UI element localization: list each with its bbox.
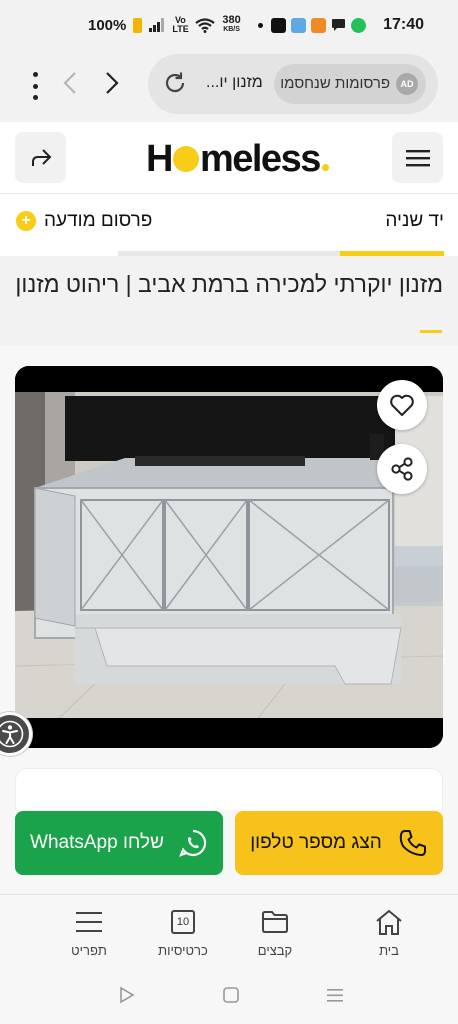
system-navigation-bar — [0, 972, 458, 1024]
sideboard-photo-image — [15, 366, 443, 748]
bottom-nav-menu-label: תפריט — [71, 943, 107, 958]
bottom-nav-menu[interactable]: תפריט — [44, 907, 134, 958]
hamburger-menu-button[interactable] — [392, 132, 443, 183]
address-bar[interactable]: מזנון יו... AD פרסומות שנחסמו — [148, 54, 438, 114]
bottom-nav-files-label: קבצים — [257, 943, 293, 958]
tiktok-icon — [271, 17, 287, 33]
browser-bottom-nav: בית קבצים 10 כרטיסיות תפריט — [0, 894, 458, 972]
bottom-nav-tabs[interactable]: 10 כרטיסיות — [138, 907, 228, 958]
bottom-nav-files[interactable]: קבצים — [230, 907, 320, 958]
app-notification-icon-2 — [311, 17, 327, 33]
signal-icon — [149, 18, 165, 32]
ad-block-icon: AD — [396, 73, 418, 95]
homeless-logo[interactable]: Hmeless — [146, 138, 329, 181]
system-home-button[interactable] — [222, 986, 240, 1009]
whatsapp-button[interactable]: שלחו WhatsApp — [15, 811, 223, 875]
accessibility-icon — [0, 720, 24, 748]
status-right: 17:40 — [255, 16, 424, 34]
chat-icon — [332, 19, 346, 31]
logo-o-icon — [172, 146, 199, 172]
home-icon — [376, 909, 402, 935]
wifi-icon — [195, 17, 216, 33]
battery-icon — [133, 17, 143, 33]
site-header: Hmeless — [0, 122, 458, 194]
home-square-icon — [223, 987, 239, 1003]
system-recents-button[interactable] — [326, 986, 344, 1009]
clock: 17:40 — [383, 16, 424, 33]
show-phone-button[interactable]: הצג מספר טלפון — [235, 811, 443, 875]
bottom-nav-home-label: בית — [379, 943, 399, 958]
plus-icon: + — [16, 211, 36, 231]
share-listing-button[interactable] — [377, 444, 427, 494]
blocked-ads-chip[interactable]: AD פרסומות שנחסמו — [274, 64, 426, 104]
share-arrow-icon — [31, 148, 51, 166]
listing-photo[interactable] — [15, 366, 443, 748]
net-speed: 380 KB/S — [222, 14, 241, 34]
tabs-count: 10 — [176, 916, 190, 928]
status-left: 100% Vo LTE 380 KB/S — [88, 14, 241, 34]
bottom-nav-tabs-label: כרטיסיות — [158, 943, 208, 958]
app-notification-icon — [291, 17, 307, 33]
contact-actions: שלחו WhatsApp הצג מספר טלפון — [0, 810, 458, 894]
show-phone-label: הצג מספר טלפון — [250, 832, 382, 853]
status-bar: 100% Vo LTE 380 KB/S 17:40 — [0, 0, 458, 50]
menu-icon — [76, 912, 102, 932]
folder-icon — [262, 911, 288, 933]
tabs-icon: 10 — [171, 910, 195, 934]
phone-icon — [399, 830, 426, 856]
whatsapp-icon — [178, 829, 207, 857]
title-underline — [420, 330, 442, 333]
net-speed-value: 380 — [222, 14, 241, 26]
logo-text-rest: meless — [199, 138, 321, 180]
reload-icon[interactable] — [162, 70, 188, 96]
share-icon — [391, 457, 413, 481]
url-text[interactable]: מזנון יו... — [206, 74, 263, 92]
blocked-ads-label: פרסומות שנחסמו — [280, 75, 390, 92]
whatsapp-button-label: שלחו WhatsApp — [30, 832, 164, 853]
recents-icon — [327, 989, 343, 1002]
bottom-nav-home[interactable]: בית — [344, 907, 434, 958]
system-back-button[interactable] — [118, 986, 136, 1009]
post-ad-button[interactable]: + פרסום מודעה — [16, 210, 152, 232]
post-ad-label: פרסום מודעה — [44, 210, 153, 231]
volte-label: Vo LTE — [172, 15, 189, 34]
back-icon[interactable] — [62, 70, 78, 103]
logo-text-h: H — [146, 138, 173, 180]
category-nav: + פרסום מודעה יד שניה — [0, 194, 458, 256]
logo-dot-icon — [321, 164, 329, 171]
forward-icon[interactable] — [104, 70, 120, 103]
back-triangle-icon — [120, 986, 135, 1004]
notification-dot-icon — [258, 22, 264, 28]
battery-percent: 100% — [88, 16, 127, 34]
listing-title-block: מזנון יוקרתי למכירה ברמת אביב | ריהוט מז… — [0, 256, 458, 346]
favorite-button[interactable] — [377, 380, 427, 430]
browser-menu-icon[interactable] — [22, 72, 48, 100]
heart-icon — [390, 394, 414, 416]
browser-toolbar: מזנון יו... AD פרסומות שנחסמו — [0, 50, 458, 122]
category-tab-second-hand[interactable]: יד שניה — [385, 210, 444, 232]
listing-title: מזנון יוקרתי למכירה ברמת אביב | ריהוט מז… — [15, 271, 443, 297]
net-speed-unit: KB/S — [223, 26, 240, 33]
whatsapp-status-icon — [351, 17, 367, 33]
listing-content: מזנון יוקרתי למכירה ברמת אביב | ריהוט מז… — [0, 256, 458, 894]
hamburger-icon — [405, 149, 430, 166]
share-button[interactable] — [15, 132, 66, 183]
